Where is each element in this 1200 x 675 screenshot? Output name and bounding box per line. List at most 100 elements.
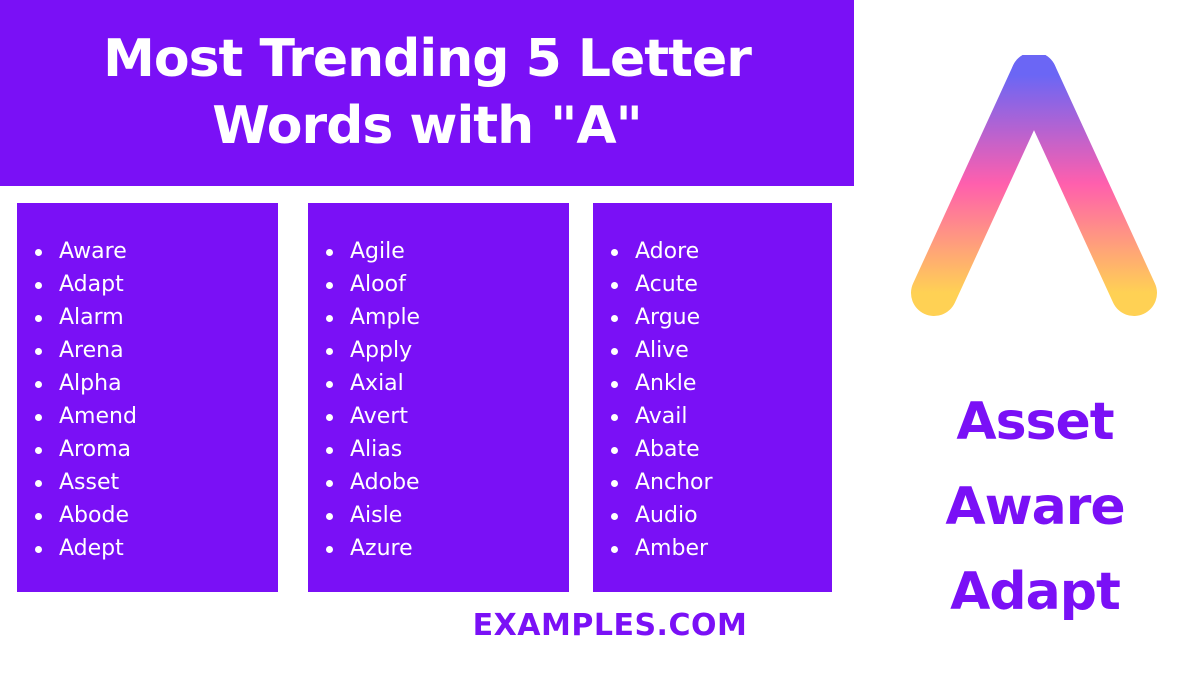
bullet-icon — [611, 348, 618, 355]
list-item: Ankle — [593, 367, 832, 400]
word-text: Avert — [350, 404, 408, 429]
featured-word: Aware — [945, 477, 1125, 537]
list-item: Alias — [308, 433, 569, 466]
bullet-icon — [35, 381, 42, 388]
list-item: Aroma — [17, 433, 278, 466]
bullet-icon — [611, 381, 618, 388]
list-item: Avert — [308, 400, 569, 433]
word-list: Agile Aloof Ample Apply Axial Avert Alias Adobe… — [308, 203, 569, 565]
list-item: Anchor — [593, 466, 832, 499]
word-text: Ankle — [635, 371, 697, 396]
list-item: Adept — [17, 532, 278, 565]
list-item: Azure — [308, 532, 569, 565]
word-text: Amend — [59, 404, 137, 429]
featured-word: Asset — [956, 392, 1114, 452]
bullet-icon — [611, 282, 618, 289]
logo-right-stroke — [1011, 55, 1157, 316]
list-item: Adapt — [17, 268, 278, 301]
word-text: Adapt — [59, 272, 124, 297]
bullet-icon — [35, 447, 42, 454]
bullet-icon — [326, 282, 333, 289]
brand-footer: EXAMPLES.COM — [472, 608, 748, 643]
list-item: Ample — [308, 301, 569, 334]
word-list: Aware Adapt Alarm Arena Alpha Amend Aroma Asset… — [17, 203, 278, 565]
word-text: Adore — [635, 239, 700, 264]
bullet-icon — [326, 480, 333, 487]
word-text: Alive — [635, 338, 689, 363]
word-text: Abate — [635, 437, 700, 462]
bullet-icon — [35, 315, 42, 322]
title-line-2: Words with "A" — [212, 96, 642, 156]
list-item: Avail — [593, 400, 832, 433]
list-item: Aware — [17, 235, 278, 268]
list-item: Abate — [593, 433, 832, 466]
bullet-icon — [35, 348, 42, 355]
word-column-1: Aware Adapt Alarm Arena Alpha Amend Aroma Asset… — [17, 203, 278, 592]
list-item: Argue — [593, 301, 832, 334]
list-item: Adobe — [308, 466, 569, 499]
title-line-1: Most Trending 5 Letter — [103, 29, 752, 89]
list-item: Acute — [593, 268, 832, 301]
list-item: Amber — [593, 532, 832, 565]
list-item: Alpha — [17, 367, 278, 400]
word-text: Aware — [59, 239, 127, 264]
bullet-icon — [35, 513, 42, 520]
word-text: Alpha — [59, 371, 122, 396]
word-text: Apply — [350, 338, 413, 363]
list-item: Axial — [308, 367, 569, 400]
list-item: Alarm — [17, 301, 278, 334]
list-item: Abode — [17, 499, 278, 532]
word-text: Avail — [635, 404, 688, 429]
word-text: Adept — [59, 536, 124, 561]
bullet-icon — [326, 546, 333, 553]
bullet-icon — [35, 480, 42, 487]
bullet-icon — [611, 513, 618, 520]
bullet-icon — [326, 315, 333, 322]
bullet-icon — [611, 480, 618, 487]
word-text: Aisle — [350, 503, 403, 528]
word-text: Argue — [635, 305, 701, 330]
bullet-icon — [35, 282, 42, 289]
word-text: Audio — [635, 503, 698, 528]
bullet-icon — [611, 447, 618, 454]
list-item: Aisle — [308, 499, 569, 532]
list-item: Alive — [593, 334, 832, 367]
bullet-icon — [326, 381, 333, 388]
bullet-icon — [326, 414, 333, 421]
featured-word: Adapt — [950, 562, 1121, 622]
list-item: Asset — [17, 466, 278, 499]
word-text: Acute — [635, 272, 698, 297]
bullet-icon — [611, 414, 618, 421]
list-item: Apply — [308, 334, 569, 367]
title-banner: Most Trending 5 Letter Words with "A" — [0, 0, 854, 186]
list-item: Audio — [593, 499, 832, 532]
word-text: Agile — [350, 239, 405, 264]
bullet-icon — [35, 249, 42, 256]
word-text: Abode — [59, 503, 129, 528]
list-item: Agile — [308, 235, 569, 268]
word-column-3: Adore Acute Argue Alive Ankle Avail Abate Ancho… — [593, 203, 832, 592]
word-list: Adore Acute Argue Alive Ankle Avail Abate Ancho… — [593, 203, 832, 565]
logo-left-stroke — [911, 55, 1057, 316]
word-text: Alarm — [59, 305, 124, 330]
word-text: Aroma — [59, 437, 131, 462]
bullet-icon — [611, 249, 618, 256]
bullet-icon — [326, 348, 333, 355]
word-text: Arena — [59, 338, 124, 363]
word-text: Ample — [350, 305, 421, 330]
bullet-icon — [35, 414, 42, 421]
word-text: Aloof — [350, 272, 406, 297]
word-text: Axial — [350, 371, 404, 396]
list-item: Adore — [593, 235, 832, 268]
word-text: Amber — [635, 536, 709, 561]
list-item: Amend — [17, 400, 278, 433]
bullet-icon — [611, 546, 618, 553]
word-text: Azure — [350, 536, 413, 561]
featured-words: Asset Aware Adapt — [900, 380, 1170, 635]
word-column-2: Agile Aloof Ample Apply Axial Avert Alias Adobe… — [308, 203, 569, 592]
bullet-icon — [35, 546, 42, 553]
list-item: Arena — [17, 334, 278, 367]
word-text: Anchor — [635, 470, 713, 495]
bullet-icon — [326, 513, 333, 520]
letter-a-logo-icon — [911, 55, 1157, 316]
